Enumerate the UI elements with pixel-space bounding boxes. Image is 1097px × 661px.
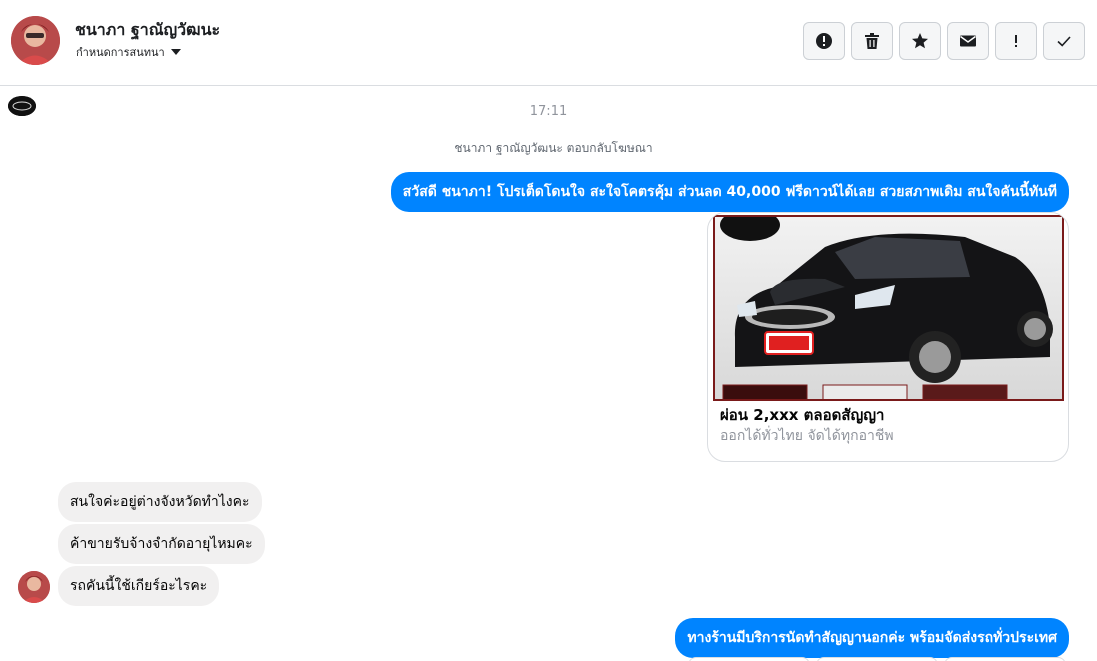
exclamation-icon [1015, 35, 1017, 47]
header-actions [803, 22, 1085, 60]
incoming-message[interactable]: รถคันนี้ใช้เกียร์อะไรคะ [58, 566, 220, 606]
incoming-message[interactable]: ค้าขายรับจ้างจำกัดอายุไหมคะ [58, 524, 265, 564]
ad-card-image[interactable] [713, 215, 1064, 401]
quick-reply-card[interactable] [816, 657, 938, 661]
mark-unread-button[interactable] [947, 22, 989, 60]
ad-card-subtitle: ออกได้ทั่วไทย จัดได้ทุกอาชีพ [720, 428, 894, 444]
ad-card[interactable]: ผ่อน 2,xxx ตลอดสัญญา ออกได้ทั่วไทย จัดได… [707, 212, 1069, 462]
star-button[interactable] [899, 22, 941, 60]
outgoing-message[interactable]: สวัสดี ชนาภา! โปรเต็ดโดนใจ สะใจโคตรคุ้ม … [390, 172, 1069, 212]
message-timestamp: 17:11 [529, 104, 568, 119]
important-button[interactable] [995, 22, 1037, 60]
alert-circle-icon [816, 33, 832, 49]
done-button[interactable] [1043, 22, 1085, 60]
envelope-icon [960, 35, 976, 47]
ad-card-title: ผ่อน 2,xxx ตลอดสัญญา [720, 406, 885, 424]
contact-avatar-small[interactable] [18, 571, 50, 603]
star-icon [912, 33, 928, 49]
caret-down-icon [170, 49, 181, 55]
contact-name[interactable]: ชนาภา ฐาณัญวัฒนะ [75, 18, 220, 43]
ad-reply-note: ชนาภา ฐาณัญวัฒนะ ตอบกลับโฆษณา [454, 141, 653, 155]
check-icon [1057, 36, 1071, 47]
outgoing-message[interactable]: ทางร้านมีบริการนัดทำสัญญานอกค่ะ พร้อมจัด… [675, 618, 1069, 658]
assign-label: กำหนดการสนทนา [76, 46, 165, 59]
trash-icon [865, 33, 879, 49]
contact-avatar[interactable] [11, 16, 60, 65]
incoming-message[interactable]: สนใจค่ะอยู่ต่างจังหวัดทำไงคะ [58, 482, 262, 522]
quick-reply-card[interactable] [944, 657, 1066, 661]
delete-button[interactable] [851, 22, 893, 60]
alert-button[interactable] [803, 22, 845, 60]
quick-reply-card[interactable] [688, 657, 810, 661]
conversation-header: ชนาภา ฐาณัญวัฒนะ กำหนดการสนทนา [0, 0, 1097, 86]
assign-conversation-dropdown[interactable]: กำหนดการสนทนา [76, 43, 181, 61]
